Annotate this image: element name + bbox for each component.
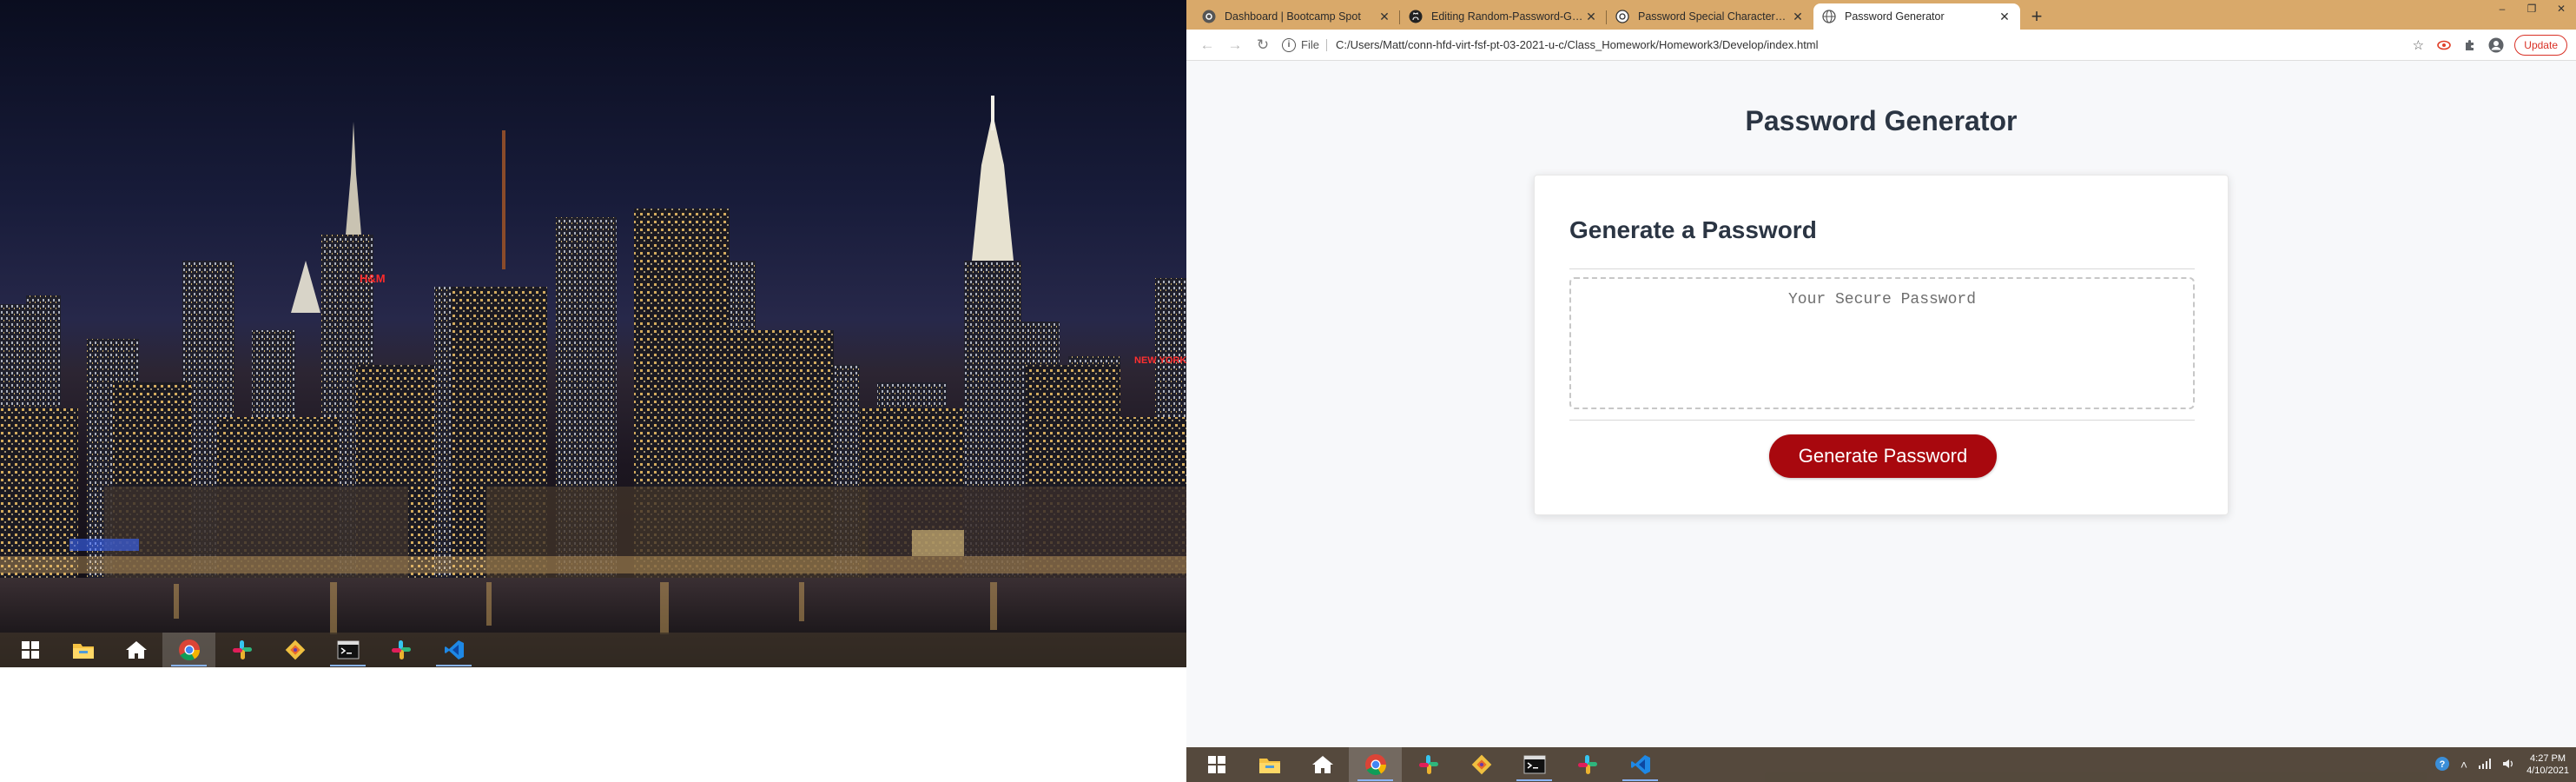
- network-icon[interactable]: [2478, 758, 2492, 772]
- git-icon: [1470, 752, 1494, 777]
- windows-start-icon: [18, 638, 43, 662]
- taskbar-git-button[interactable]: [268, 633, 321, 667]
- taskbar-file-explorer-button[interactable]: [1243, 747, 1296, 782]
- terminal-icon: [1522, 752, 1547, 777]
- generate-password-button[interactable]: Generate Password: [1769, 434, 1997, 478]
- taskbar-home-button[interactable]: [109, 633, 162, 667]
- github-icon: [1409, 10, 1423, 23]
- slack-icon: [1417, 752, 1441, 777]
- card-divider-top: [1569, 268, 2195, 269]
- taskbar-vscode-button[interactable]: [427, 633, 480, 667]
- left-taskbar: [0, 633, 1186, 667]
- home-icon: [124, 638, 149, 662]
- git-icon: [283, 638, 307, 662]
- tab-title: Dashboard | Bootcamp Spot: [1225, 10, 1361, 23]
- vscode-icon: [442, 638, 466, 662]
- taskbar-apps: [1190, 747, 1667, 782]
- clock-date: 4/10/2021: [2526, 765, 2569, 776]
- volume-icon[interactable]: [2502, 758, 2514, 772]
- profile-avatar-icon[interactable]: [2483, 33, 2509, 57]
- globe-icon: [1822, 10, 1836, 23]
- extensions-puzzle-icon[interactable]: [2457, 33, 2483, 57]
- update-button[interactable]: Update: [2514, 34, 2567, 56]
- url-scheme-label: File: [1301, 38, 1319, 51]
- taskbar-windows-start-button[interactable]: [1190, 747, 1243, 782]
- browser-tab[interactable]: Password Special Characters | OW✕: [1607, 3, 1813, 30]
- vscode-icon: [1628, 752, 1653, 777]
- clock-time: 4:27 PM: [2530, 753, 2566, 764]
- browser-tab[interactable]: Dashboard | Bootcamp Spot ✕: [1193, 3, 1400, 30]
- slack-icon: [389, 638, 413, 662]
- chrome-icon: [177, 638, 201, 662]
- svg-text:?: ?: [2440, 759, 2446, 770]
- address-divider: [1325, 38, 1327, 51]
- taskbar-terminal-button[interactable]: [321, 633, 374, 667]
- taskbar-slack-button[interactable]: [215, 633, 268, 667]
- minimize-button[interactable]: –: [2487, 0, 2517, 17]
- browser-tab[interactable]: Editing Random-Password-Gene ✕: [1400, 3, 1607, 30]
- left-monitor-empty-area: [0, 667, 1186, 782]
- tab-close-icon[interactable]: ✕: [1584, 10, 1598, 24]
- taskbar-home-button[interactable]: [1296, 747, 1349, 782]
- forward-button[interactable]: →: [1221, 33, 1249, 57]
- taskbar-terminal-button[interactable]: [1508, 747, 1561, 782]
- taskbar-slack-button[interactable]: [1561, 747, 1614, 782]
- password-output-textarea[interactable]: [1569, 277, 2195, 409]
- back-button[interactable]: ←: [1193, 33, 1221, 57]
- new-tab-button[interactable]: +: [2024, 3, 2050, 30]
- slack-icon: [1575, 752, 1600, 777]
- close-window-button[interactable]: ✕: [2546, 0, 2576, 17]
- card-divider-bottom: [1569, 420, 2195, 421]
- chrome-icon: [1364, 752, 1388, 777]
- taskbar-chrome-button[interactable]: [1349, 747, 1402, 782]
- tab-title: Editing Random-Password-Gene: [1431, 10, 1584, 23]
- new-yorker-sign: NEW YORKER: [1134, 355, 1186, 366]
- tab-title: Password Special Characters | OW: [1638, 10, 1791, 23]
- taskbar-windows-start-button[interactable]: [3, 633, 56, 667]
- bookmark-star-icon[interactable]: ☆: [2405, 33, 2431, 57]
- taskbar-clock[interactable]: 4:27 PM 4/10/2021: [2526, 752, 2569, 777]
- address-bar[interactable]: i File C:/Users/Matt/conn-hfd-virt-fsf-p…: [1282, 33, 2405, 57]
- help-icon[interactable]: ?: [2434, 756, 2450, 774]
- extension-eye-icon[interactable]: [2431, 33, 2457, 57]
- taskbar-chrome-button[interactable]: [162, 633, 215, 667]
- tab-close-icon[interactable]: ✕: [1377, 10, 1391, 24]
- slack-icon: [230, 638, 254, 662]
- file-explorer-icon: [71, 638, 96, 662]
- hm-sign: H&M: [360, 272, 386, 285]
- card-header: Generate a Password: [1569, 216, 1817, 243]
- browser-tab[interactable]: Password Generator ✕: [1813, 3, 2020, 30]
- owasp-icon: [1615, 10, 1629, 23]
- windows-start-icon: [1205, 752, 1229, 777]
- tab-title: Password Generator: [1845, 10, 1945, 23]
- home-icon: [1311, 752, 1335, 777]
- right-taskbar: ? ˄ 4:27 PM 4/10/2021: [1186, 747, 2576, 782]
- web-page: Password Generator Generate a Password G…: [1186, 62, 2576, 748]
- window-controls: – ❐ ✕: [2487, 0, 2576, 17]
- taskbar-vscode-button[interactable]: [1614, 747, 1667, 782]
- url-text[interactable]: C:/Users/Matt/conn-hfd-virt-fsf-pt-03-20…: [1336, 38, 1819, 51]
- tray-chevron-up-icon[interactable]: ˄: [2460, 758, 2467, 772]
- taskbar-slack-button[interactable]: [1402, 747, 1455, 782]
- reload-button[interactable]: ↻: [1249, 33, 1277, 57]
- taskbar-file-explorer-button[interactable]: [56, 633, 109, 667]
- left-monitor-desktop: H&M NEW YORKER: [0, 0, 1186, 667]
- tab-close-icon[interactable]: ✕: [1998, 10, 2011, 24]
- page-title: Password Generator: [1745, 105, 2018, 136]
- password-card: Generate a Password Generate Password: [1534, 175, 2229, 515]
- maximize-button[interactable]: ❐: [2517, 0, 2546, 17]
- taskbar-slack-button[interactable]: [374, 633, 427, 667]
- browser-tab-strip: Dashboard | Bootcamp Spot ✕ Editing Random…: [1186, 0, 2576, 30]
- terminal-icon: [336, 638, 360, 662]
- taskbar-git-button[interactable]: [1455, 747, 1508, 782]
- bootcamp-icon: [1202, 10, 1216, 23]
- site-info-icon[interactable]: i: [1282, 37, 1296, 52]
- city-skyline-wallpaper: H&M NEW YORKER: [0, 96, 1186, 667]
- browser-toolbar: ← → ↻ i File C:/Users/Matt/conn-hfd-virt…: [1186, 30, 2576, 61]
- tab-close-icon[interactable]: ✕: [1791, 10, 1805, 24]
- file-explorer-icon: [1258, 752, 1282, 777]
- system-tray: ? ˄ 4:27 PM 4/10/2021: [2429, 747, 2569, 782]
- right-monitor-browser: Dashboard | Bootcamp Spot ✕ Editing Random…: [1186, 0, 2576, 782]
